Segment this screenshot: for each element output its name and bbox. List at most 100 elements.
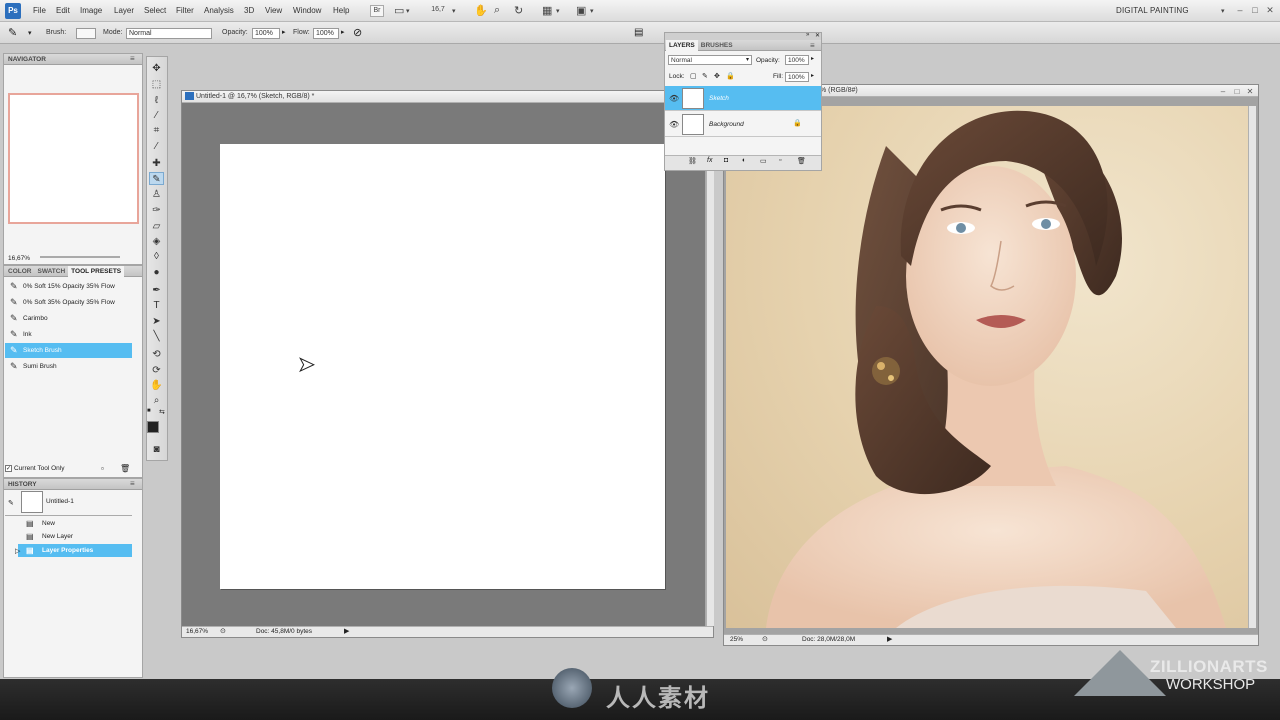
opacity-arrow-icon[interactable]: ▸ bbox=[811, 55, 814, 62]
line-tool-icon[interactable]: ╲ bbox=[149, 330, 164, 343]
type-tool-icon[interactable]: T bbox=[149, 299, 164, 312]
3d-orbit-icon[interactable]: ⟳ bbox=[149, 364, 164, 377]
opacity-arrow-icon[interactable]: ▸ bbox=[282, 28, 286, 36]
brush-tool-icon[interactable]: ✎ bbox=[149, 172, 164, 185]
preset-item-selected[interactable]: ✎ Sketch Brush bbox=[5, 343, 132, 358]
menu-select[interactable]: Select bbox=[144, 6, 166, 15]
navigator-zoom[interactable]: 16,67% bbox=[8, 255, 30, 262]
maximize-icon[interactable]: □ bbox=[1249, 4, 1261, 16]
vertical-scrollbar[interactable] bbox=[1248, 106, 1256, 628]
history-item-selected[interactable]: ▤ Layer Properties bbox=[18, 544, 132, 557]
zoom-tool-icon[interactable]: ⌕ bbox=[149, 394, 164, 407]
hand-tool-icon[interactable]: ✋ bbox=[149, 379, 164, 392]
preset-item[interactable]: ✎ Ink bbox=[5, 327, 132, 342]
sketch-canvas[interactable] bbox=[220, 144, 665, 589]
lock-all-icon[interactable]: 🔒 bbox=[726, 72, 735, 80]
marquee-tool-icon[interactable]: ⬚ bbox=[149, 78, 164, 91]
visibility-eye-icon[interactable]: 👁 bbox=[669, 94, 679, 103]
new-preset-icon[interactable]: ▫ bbox=[101, 464, 104, 473]
menu-file[interactable]: File bbox=[33, 6, 46, 15]
paint-bucket-icon[interactable]: ◈ bbox=[149, 235, 164, 248]
eyedropper-tool-icon[interactable]: ⁄ bbox=[149, 140, 164, 153]
tab-color[interactable]: COLOR bbox=[5, 266, 34, 277]
menu-layer[interactable]: Layer bbox=[114, 6, 134, 15]
crop-tool-icon[interactable]: ⌗ bbox=[149, 124, 164, 137]
workspace-switcher[interactable]: DIGITAL PAINTING bbox=[1116, 6, 1189, 15]
blend-mode-select[interactable]: Normal bbox=[668, 55, 752, 65]
visibility-eye-icon[interactable]: 👁 bbox=[669, 120, 679, 129]
document-zoom[interactable]: 25% bbox=[730, 636, 743, 643]
zoom-level-dropdown[interactable]: 16,7 bbox=[424, 5, 452, 17]
lock-position-icon[interactable]: ✥ bbox=[714, 72, 720, 80]
mode-select[interactable]: Normal bbox=[126, 28, 212, 39]
navigator-preview[interactable] bbox=[8, 93, 139, 224]
history-item[interactable]: ▤ New Layer bbox=[18, 530, 132, 543]
status-info-icon[interactable]: ⊙ bbox=[220, 627, 226, 635]
brush-picker[interactable] bbox=[76, 28, 96, 39]
blur-tool-icon[interactable]: ◊ bbox=[149, 250, 164, 263]
bridge-button[interactable]: Br bbox=[370, 5, 384, 17]
adjustment-layer-icon[interactable]: ◐ bbox=[742, 157, 746, 164]
collapse-icon[interactable]: » bbox=[806, 32, 809, 38]
layer-row-background[interactable]: 👁 Background 🔒 bbox=[665, 112, 821, 137]
preset-item[interactable]: ✎ 0% Soft 15% Opacity 35% Flow bbox=[5, 279, 132, 294]
layer-name[interactable]: Background bbox=[709, 121, 744, 128]
history-brush-icon[interactable]: ✑ bbox=[149, 204, 164, 217]
document-title[interactable]: Untitled-1 @ 16,7% (Sketch, RGB/8) * bbox=[182, 91, 713, 103]
status-info-icon[interactable]: ⊙ bbox=[762, 635, 768, 643]
panel-toggle-icon[interactable]: ▤ bbox=[634, 27, 643, 38]
3d-rotate-icon[interactable]: ⟲ bbox=[149, 348, 164, 361]
eraser-tool-icon[interactable]: ▱ bbox=[149, 220, 164, 233]
dodge-tool-icon[interactable]: ● bbox=[149, 266, 164, 279]
airbrush-icon[interactable]: ⊘ bbox=[353, 26, 362, 39]
minimize-icon[interactable]: – bbox=[1234, 4, 1246, 16]
tab-swatches[interactable]: SWATCH bbox=[34, 266, 68, 277]
menu-filter[interactable]: Filter bbox=[176, 6, 194, 15]
layer-row-sketch[interactable]: 👁 Sketch bbox=[665, 86, 821, 111]
link-layers-icon[interactable]: ⛓ bbox=[688, 157, 697, 165]
panel-menu-icon[interactable]: ≡ bbox=[130, 54, 135, 63]
screen-mode-icon[interactable]: ▣ bbox=[576, 4, 586, 17]
tab-layers[interactable]: LAYERS bbox=[666, 40, 698, 51]
lasso-tool-icon[interactable]: ℓ bbox=[149, 94, 164, 107]
rotate-view-icon[interactable]: ↻ bbox=[514, 4, 523, 17]
clone-stamp-icon[interactable]: ♙ bbox=[149, 188, 164, 201]
quick-select-tool-icon[interactable]: ⁄ bbox=[149, 109, 164, 122]
opacity-field[interactable]: 100% bbox=[252, 28, 280, 39]
fill-arrow-icon[interactable]: ▸ bbox=[811, 72, 814, 79]
menu-view[interactable]: View bbox=[265, 6, 282, 15]
menu-edit[interactable]: Edit bbox=[56, 6, 70, 15]
panel-menu-icon[interactable]: ≡ bbox=[810, 41, 815, 50]
vertical-scrollbar[interactable] bbox=[706, 103, 714, 626]
navigator-zoom-slider[interactable] bbox=[40, 256, 120, 258]
current-tool-only-checkbox[interactable]: ✓ bbox=[5, 465, 12, 472]
close-icon[interactable]: ✕ bbox=[815, 32, 820, 39]
maximize-icon[interactable]: □ bbox=[1231, 86, 1243, 98]
move-tool-icon[interactable]: ✥ bbox=[149, 62, 164, 75]
path-selection-icon[interactable]: ➤ bbox=[149, 315, 164, 328]
quick-mask-icon[interactable]: ◙ bbox=[149, 443, 164, 456]
lock-pixels-icon[interactable]: ✎ bbox=[702, 72, 708, 80]
status-menu-arrow-icon[interactable]: ▶ bbox=[887, 635, 892, 643]
close-icon[interactable]: ✕ bbox=[1264, 4, 1276, 16]
layer-opacity-field[interactable]: 100% bbox=[785, 55, 809, 65]
flow-arrow-icon[interactable]: ▸ bbox=[341, 28, 345, 36]
new-layer-icon[interactable]: ▫ bbox=[779, 157, 781, 164]
preset-item[interactable]: ✎ Sumi Brush bbox=[5, 359, 132, 374]
history-item[interactable]: ▤ New bbox=[18, 517, 132, 530]
screen-layout-icon[interactable]: ▭ bbox=[394, 4, 404, 17]
swap-colors-icon[interactable]: ⇆ bbox=[159, 408, 165, 416]
zoom-tool-icon[interactable]: ⌕ bbox=[494, 4, 500, 17]
menu-help[interactable]: Help bbox=[333, 6, 349, 15]
new-group-icon[interactable]: ▭ bbox=[760, 157, 767, 165]
lock-transparency-icon[interactable]: ▢ bbox=[690, 72, 697, 80]
preset-item[interactable]: ✎ Carimbo bbox=[5, 311, 132, 326]
close-icon[interactable]: ✕ bbox=[1244, 86, 1256, 98]
fill-field[interactable]: 100% bbox=[785, 72, 809, 82]
arrange-documents-icon[interactable]: ▦ bbox=[542, 4, 552, 17]
hand-tool-icon[interactable]: ✋ bbox=[474, 4, 488, 17]
menu-analysis[interactable]: Analysis bbox=[204, 6, 234, 15]
brush-tool-icon[interactable]: ✎ bbox=[8, 26, 17, 39]
snapshot-label[interactable]: Untitled-1 bbox=[46, 498, 74, 505]
preset-item[interactable]: ✎ 0% Soft 35% Opacity 35% Flow bbox=[5, 295, 132, 310]
